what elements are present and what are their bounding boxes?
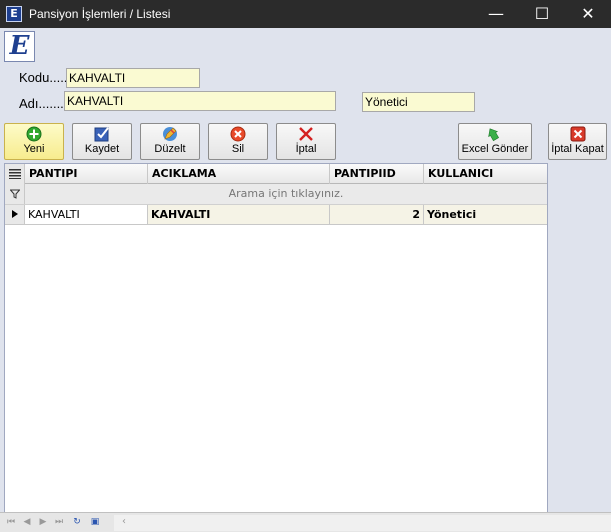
duzelt-label: Düzelt [154,143,186,155]
cross-icon [299,127,313,141]
cell-pantipiid[interactable]: 2 [330,205,424,224]
grid-header: PANTIPI ACIKLAMA PANTIPIID KULLANICI [5,164,547,184]
table-row[interactable]: KAHVALTI KAHVALTI 2 Yönetici [5,205,547,225]
sil-label: Sil [231,143,245,155]
maximize-button[interactable]: ☐ [519,0,565,28]
minimize-button[interactable]: — [473,0,519,28]
main-panel: E Kodu..... KAHVALTI Adı....... KAHVALTI… [0,28,611,532]
window-title: Pansiyon İşlemleri / Listesi [29,7,171,21]
adi-label: Adı....... [19,96,64,111]
scroll-left-icon[interactable]: ‹ [122,516,126,527]
filter-placeholder[interactable]: Arama için tıklayınız. [25,184,547,204]
sil-button[interactable]: Sil [208,123,268,160]
iptal-label: İptal [295,143,317,155]
logo-icon: E [4,31,35,62]
kodu-field[interactable]: KAHVALTI [66,68,200,88]
clipboard-icon[interactable]: ▣ [88,516,102,529]
iptal-button[interactable]: İptal [276,123,336,160]
user-field: Yönetici [362,92,475,112]
row-indicator-icon [5,205,25,224]
last-record-icon[interactable]: ⏭ [52,516,66,529]
yeni-button[interactable]: Yeni [4,123,64,160]
edit-pencil-icon [163,127,177,141]
adi-field[interactable]: KAHVALTI [64,91,336,111]
cell-pantipi[interactable]: KAHVALTI [25,205,148,224]
title-bar: E Pansiyon İşlemleri / Listesi — ☐ ✕ [0,0,611,28]
add-circle-icon [26,126,42,142]
kaydet-button[interactable]: Kaydet [72,123,132,160]
refresh-icon[interactable]: ↻ [70,516,84,529]
close-button[interactable]: ✕ [565,0,611,28]
excel-gonder-label: Excel Gönder [461,143,529,155]
column-header-kullanici[interactable]: KULLANICI [424,164,547,184]
checkbox-icon [94,127,109,142]
column-chooser-icon[interactable] [5,164,25,184]
yeni-label: Yeni [23,143,45,155]
data-grid: PANTIPI ACIKLAMA PANTIPIID KULLANICI Ara… [4,163,548,514]
duzelt-button[interactable]: Düzelt [140,123,200,160]
cell-kullanici[interactable]: Yönetici [424,205,547,224]
navigator-bar: ⏮ ◀ ▶ ⏭ ↻ ▣ ‹ [0,512,611,532]
first-record-icon[interactable]: ⏮ [4,516,18,529]
cell-aciklama[interactable]: KAHVALTI [148,205,330,224]
column-header-pantipi[interactable]: PANTIPI [25,164,148,184]
iptal-kapat-label: İptal Kapat [551,143,604,155]
horizontal-scrollbar[interactable]: ‹ [114,515,611,531]
prev-page-icon[interactable]: ◀ [20,516,34,529]
kaydet-label: Kaydet [84,143,120,155]
next-record-icon[interactable]: ▶ [36,516,50,529]
column-header-aciklama[interactable]: ACIKLAMA [148,164,330,184]
side-panel [548,163,607,532]
excel-gonder-button[interactable]: Excel Gönder [458,123,532,160]
kodu-label: Kodu..... [19,70,68,85]
filter-row[interactable]: Arama için tıklayınız. [5,184,547,205]
export-arrow-icon [488,128,500,142]
delete-icon [230,126,246,142]
filter-icon [5,184,25,204]
column-header-pantipiid[interactable]: PANTIPIID [330,164,424,184]
close-box-icon [570,126,585,142]
iptal-kapat-button[interactable]: İptal Kapat [548,123,607,160]
app-icon: E [6,6,22,22]
